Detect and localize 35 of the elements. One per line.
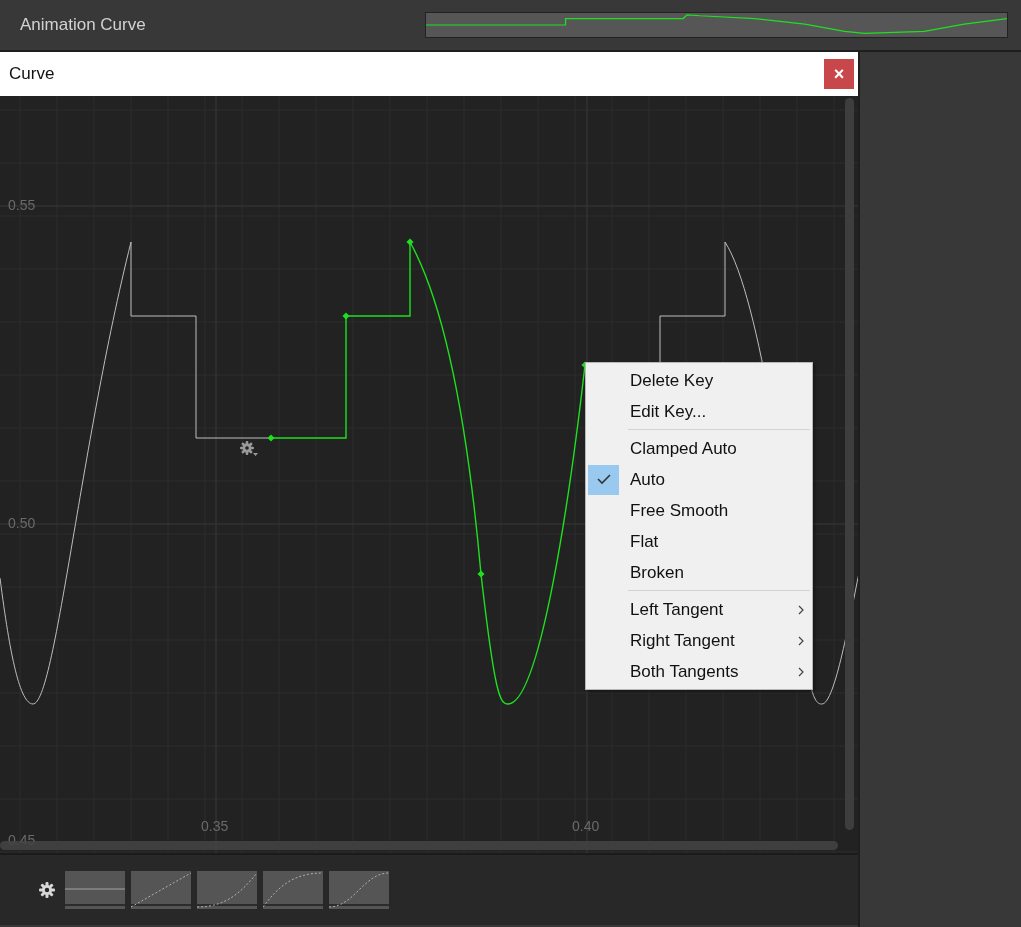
curve-preset[interactable]: [329, 871, 389, 909]
axis-label: 0.50: [8, 515, 36, 531]
axis-label: 0.45: [8, 832, 36, 848]
key-point[interactable]: [267, 434, 275, 442]
curve-preset[interactable]: [263, 871, 323, 909]
menu-item[interactable]: Both Tangents: [586, 656, 812, 687]
property-label: Animation Curve: [20, 14, 147, 35]
key-point[interactable]: [406, 238, 414, 246]
curve-preset[interactable]: [65, 871, 125, 909]
menu-item[interactable]: Auto: [586, 464, 812, 495]
chevron-right-icon: [798, 666, 804, 677]
menu-item[interactable]: Delete Key: [586, 365, 812, 396]
menu-item[interactable]: Right Tangent: [586, 625, 812, 656]
settings-icon[interactable]: [39, 882, 55, 898]
key-point[interactable]: [342, 312, 350, 320]
axis-label: 0.35: [201, 818, 229, 834]
curve-canvas[interactable]: 0.55 0.50 0.45 0.35 0.40 Delete Key Edit Key... Clamped Auto Auto Free Smooth Flat Broken Left Tangent Right Tangent Both Tangents: [0, 96, 858, 853]
menu-item[interactable]: Left Tangent: [586, 594, 812, 625]
chevron-right-icon: [798, 604, 804, 615]
curve-preset[interactable]: [131, 871, 191, 909]
scrollbar[interactable]: [845, 98, 854, 830]
axis-label: 0.40: [572, 818, 600, 834]
key-point[interactable]: [477, 570, 485, 578]
curve-preset[interactable]: [197, 871, 257, 909]
menu-item[interactable]: Free Smooth: [586, 495, 812, 526]
menu-item[interactable]: Broken: [586, 557, 812, 588]
menu-item[interactable]: Clamped Auto: [586, 433, 812, 464]
close-button[interactable]: ×: [824, 59, 854, 89]
menu-item[interactable]: Flat: [586, 526, 812, 557]
chevron-right-icon: [798, 635, 804, 646]
axis-label: 0.55: [8, 197, 36, 213]
gear-icon[interactable]: [239, 440, 259, 457]
window-title: Curve: [9, 64, 55, 84]
curve-field[interactable]: [425, 12, 1008, 38]
menu-item[interactable]: Edit Key...: [586, 396, 812, 427]
